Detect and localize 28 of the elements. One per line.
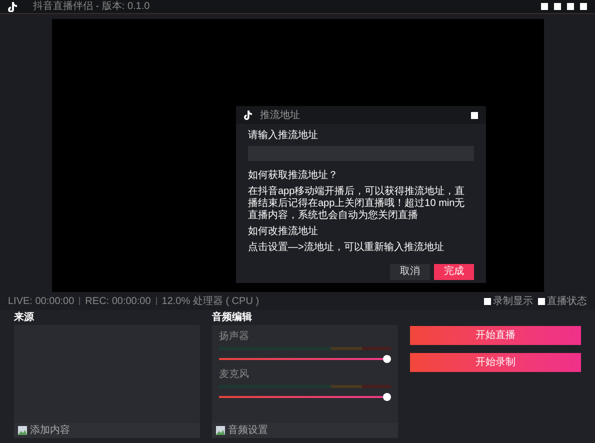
note-icon	[244, 110, 252, 120]
note-icon	[8, 2, 17, 12]
status-text: 12.0% 处理器 ( CPU )	[162, 294, 260, 308]
panel-title: 来源	[14, 310, 35, 325]
checkbox-label: 直播状态	[547, 294, 587, 308]
status-text: REC: 00:00:00	[85, 294, 151, 308]
window-title: 抖音直播伴侣 - 版本: 0.1.0	[33, 0, 150, 13]
checkbox[interactable]	[484, 298, 491, 304]
confirm-button[interactable]: 完成	[434, 264, 474, 280]
help-heading: 如何获取推流地址？	[248, 170, 339, 182]
checkbox[interactable]	[538, 298, 545, 304]
cancel-button[interactable]: 取消	[390, 264, 430, 280]
checkbox-label: 录制显示	[493, 294, 533, 308]
image-icon[interactable]	[18, 426, 27, 435]
volume-slider[interactable]	[219, 355, 391, 363]
dialog-title: 推流地址	[260, 108, 300, 122]
image-icon[interactable]	[216, 426, 225, 435]
volume-slider[interactable]	[219, 393, 391, 401]
field-label: 请输入推流地址	[248, 130, 319, 142]
start-live-button[interactable]: 开始直播	[410, 326, 581, 345]
channel-name: 扬声器	[219, 330, 250, 342]
start-recording-button[interactable]: 开始录制	[410, 353, 581, 372]
change-heading: 如何改推流地址	[248, 226, 319, 238]
help-text: 在抖音app移动端开播后，可以获得推流地址，直播结束后记得在app上关闭直播哦！超过10 min无直播内容，系统也会自动为您关闭直播	[248, 186, 466, 222]
channel-name: 麦克风	[219, 368, 250, 380]
change-text: 点击设置—>流地址，可以重新输入推流地址	[248, 242, 445, 254]
status-text: LIVE: 00:00:00	[8, 294, 74, 308]
panel-title: 音频编辑	[212, 310, 253, 325]
